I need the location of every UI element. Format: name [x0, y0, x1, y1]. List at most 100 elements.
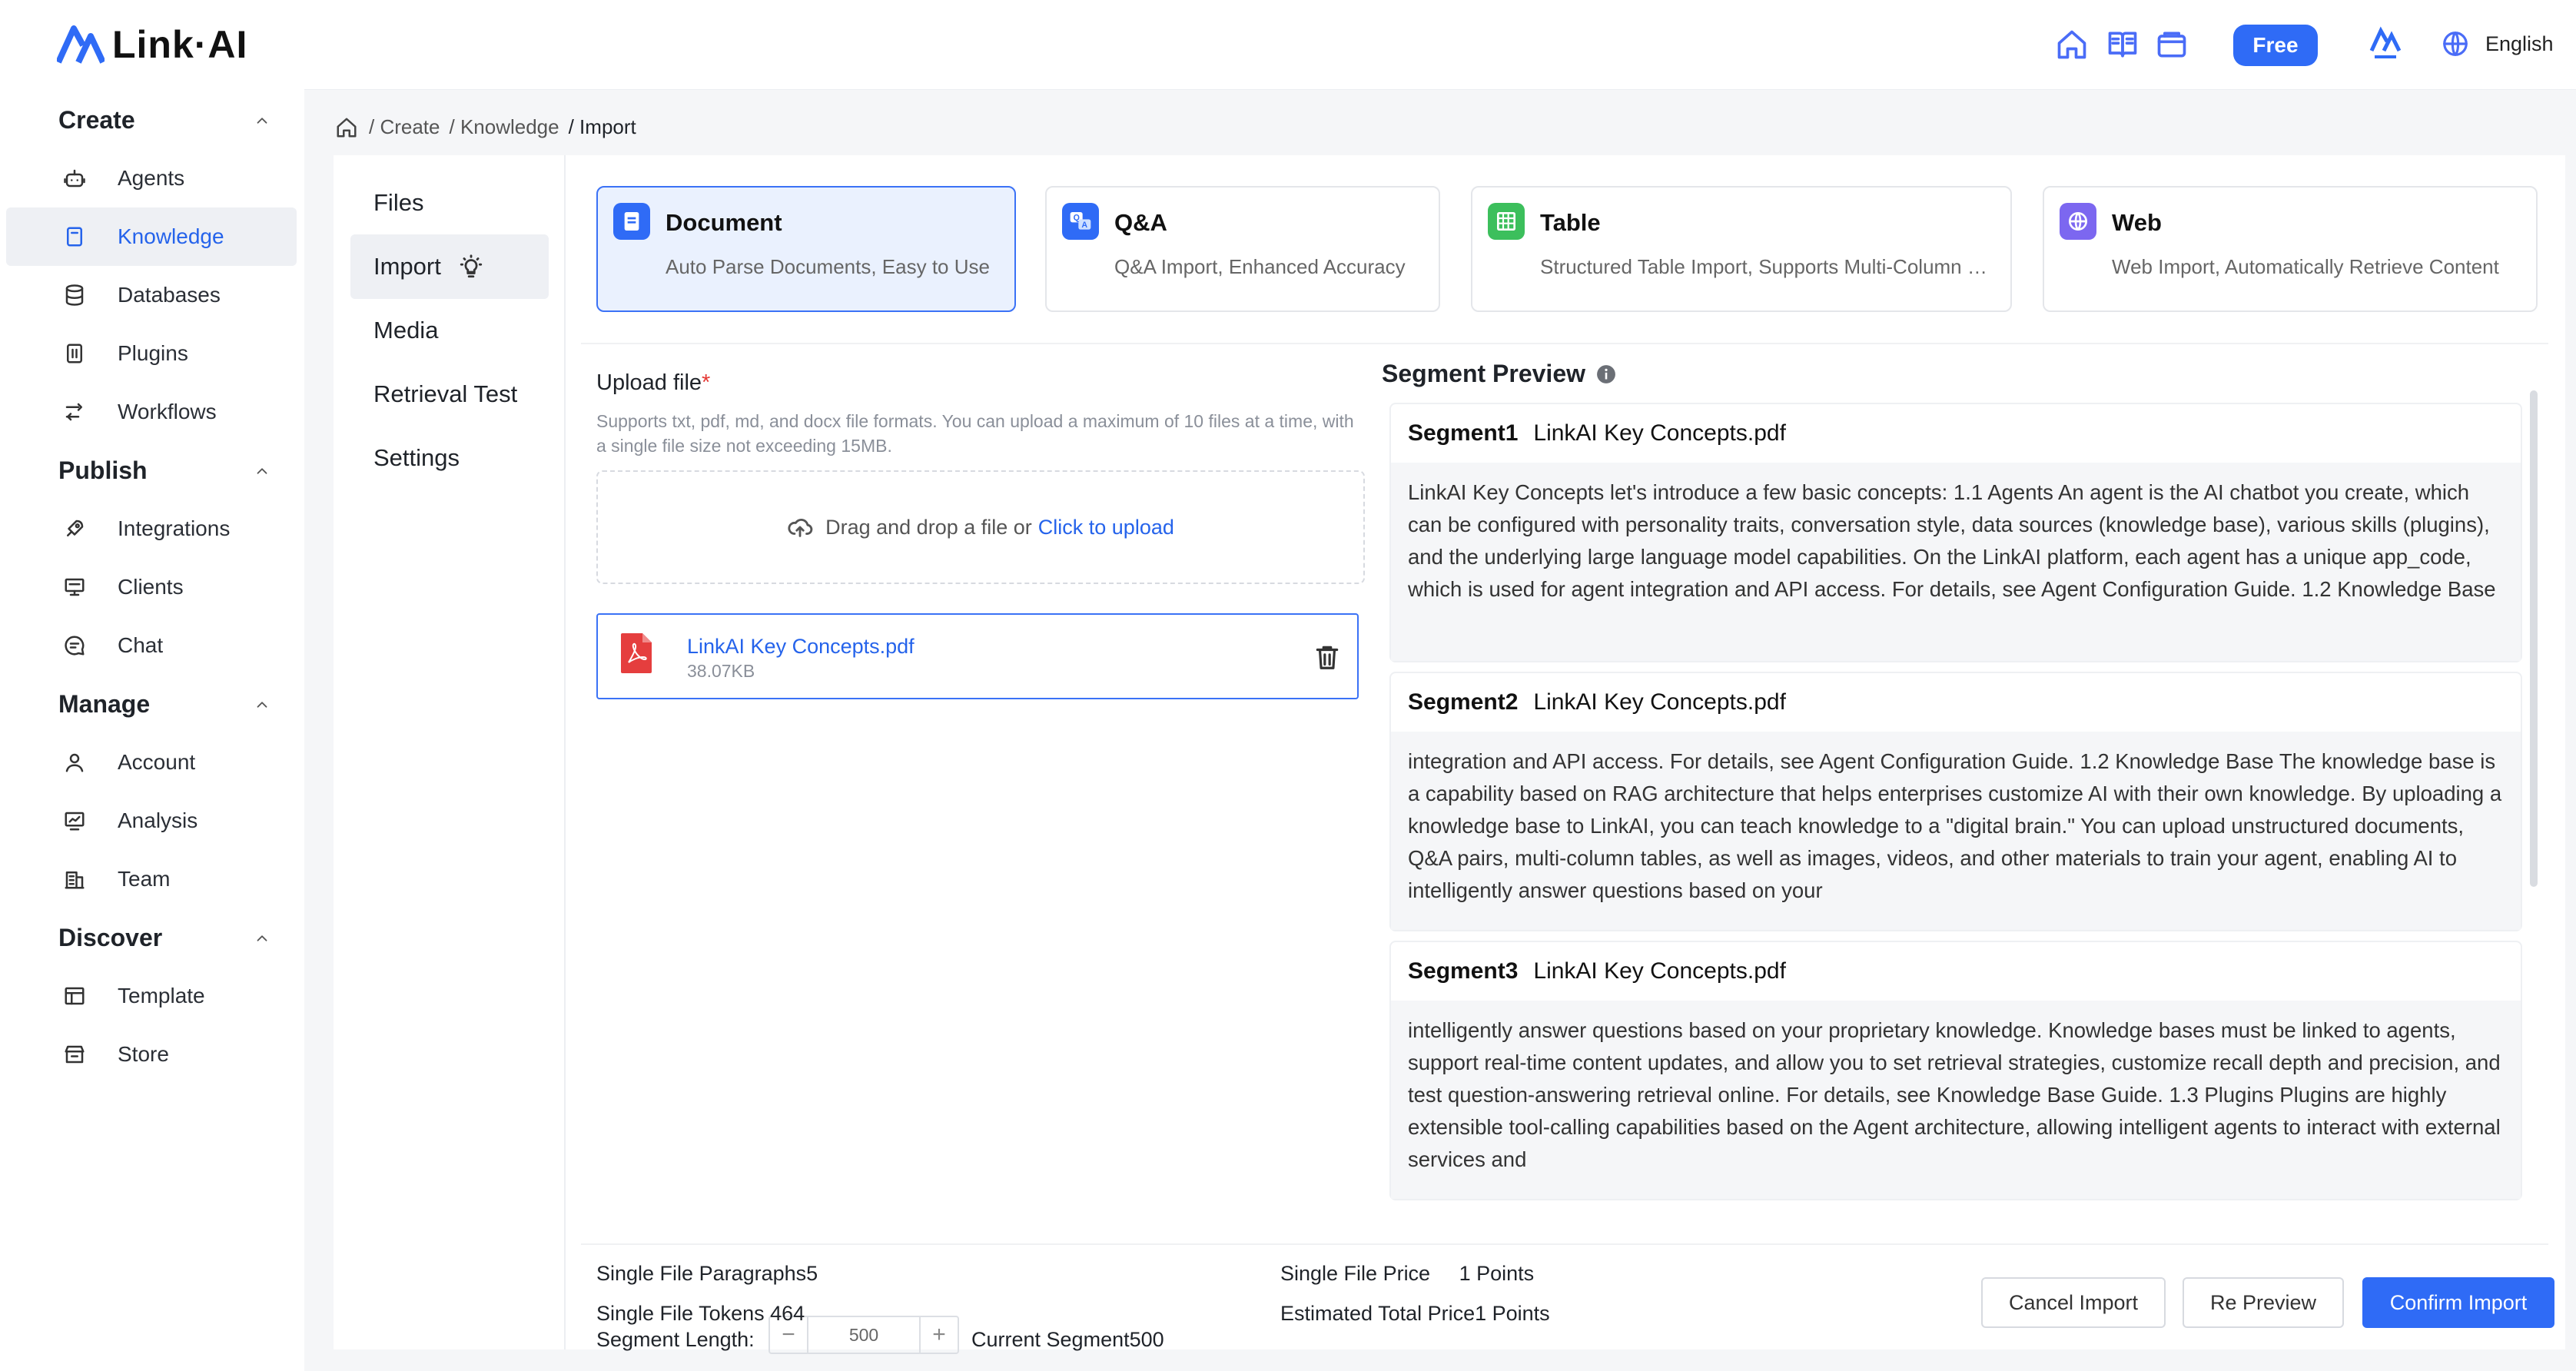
info-icon[interactable] [1596, 364, 1616, 384]
segment-file: LinkAI Key Concepts.pdf [1533, 689, 1786, 715]
breadcrumb-knowledge[interactable]: / Knowledge [450, 115, 559, 139]
confirm-import-button[interactable]: Confirm Import [2362, 1277, 2554, 1328]
click-to-upload-link[interactable]: Click to upload [1038, 516, 1174, 539]
sidebar-item-chat[interactable]: Chat [6, 616, 297, 675]
single-file-tokens: Single File Tokens 464 [596, 1302, 805, 1325]
dropzone-text: Drag and drop a file or [825, 515, 1032, 539]
segment-text: LinkAI Key Concepts let's introduce a fe… [1391, 463, 2521, 661]
subnav-retrieval-test[interactable]: Retrieval Test [350, 362, 549, 427]
divider [581, 343, 2548, 344]
subnav-label: Retrieval Test [373, 380, 518, 407]
divider [581, 1243, 2548, 1245]
cancel-import-button[interactable]: Cancel Import [1981, 1277, 2166, 1328]
sidebar-item-team[interactable]: Team [6, 850, 297, 908]
segment-card: Segment3 LinkAI Key Concepts.pdf intelli… [1389, 941, 2522, 1200]
sidebar-item-label: Store [118, 1042, 169, 1066]
logo-text: Link·AI [112, 23, 248, 66]
sidebar: Create Agents Knowledge Databases Plugin… [0, 89, 304, 1371]
section-create-title[interactable]: Create [58, 106, 135, 134]
chevron-up-icon[interactable] [254, 112, 271, 129]
increment-button[interactable]: + [921, 1317, 958, 1353]
sidebar-item-label: Agents [118, 166, 185, 190]
avatar[interactable] [2369, 26, 2402, 63]
home-icon[interactable] [335, 116, 358, 139]
chevron-up-icon[interactable] [254, 930, 271, 947]
segment-header: Segment2 LinkAI Key Concepts.pdf [1391, 673, 2521, 732]
free-plan-button[interactable]: Free [2233, 25, 2318, 66]
sidebar-item-store[interactable]: Store [6, 1025, 297, 1084]
globe-icon [2443, 32, 2468, 56]
subnav-label: Files [373, 189, 424, 216]
workflow-icon [65, 403, 82, 421]
subnav-label: Media [373, 317, 439, 344]
sidebar-item-label: Template [118, 984, 205, 1008]
home-icon[interactable] [2055, 28, 2089, 61]
chevron-up-icon[interactable] [254, 696, 271, 713]
table-icon [1488, 203, 1525, 240]
sidebar-item-label: Chat [118, 633, 164, 657]
breadcrumb: / Create / Knowledge / Import [335, 115, 646, 139]
segment-preview-list[interactable]: Segment1 LinkAI Key Concepts.pdf LinkAI … [1389, 403, 2522, 1356]
import-type-table[interactable]: Table Structured Table Import, Supports … [1471, 186, 2012, 312]
sidebar-item-label: Knowledge [118, 224, 224, 248]
sidebar-item-template[interactable]: Template [6, 967, 297, 1025]
sidebar-item-agents[interactable]: Agents [6, 149, 297, 207]
import-type-qa[interactable]: QA Q&A Q&A Import, Enhanced Accuracy [1045, 186, 1440, 312]
segment-length-input[interactable]: 500 [807, 1317, 921, 1353]
sidebar-item-account[interactable]: Account [6, 733, 297, 792]
file-size: 38.07KB [687, 661, 755, 681]
book-icon[interactable] [2106, 28, 2139, 61]
sidebar-item-label: Integrations [118, 516, 231, 540]
svg-text:A: A [1081, 221, 1087, 230]
segment-preview-title-text: Segment Preview [1382, 360, 1585, 387]
sidebar-item-analysis[interactable]: Analysis [6, 792, 297, 850]
sidebar-item-databases[interactable]: Databases [6, 266, 297, 324]
logo-mark-icon [57, 25, 105, 64]
sidebar-item-plugins[interactable]: Plugins [6, 324, 297, 383]
segment-header: Segment3 LinkAI Key Concepts.pdf [1391, 942, 2521, 1001]
wallet-icon[interactable] [2155, 28, 2189, 61]
sidebar-item-integrations[interactable]: Integrations [6, 500, 297, 558]
current-segment-label: Current Segment500 [971, 1328, 1164, 1351]
plugin-icon [67, 344, 82, 363]
import-type-title: Web [2112, 209, 2162, 236]
subnav-media[interactable]: Media [350, 298, 549, 363]
breadcrumb-create[interactable]: / Create [369, 115, 440, 139]
logo[interactable]: Link·AI [57, 23, 247, 66]
segment-file: LinkAI Key Concepts.pdf [1533, 420, 1786, 446]
trash-icon[interactable] [1313, 642, 1342, 672]
main-panel: Files Import Media Retrieval Test Settin… [334, 155, 2565, 1354]
sidebar-item-label: Workflows [118, 400, 217, 423]
subnav-import[interactable]: Import [350, 234, 549, 299]
sidebar-item-workflows[interactable]: Workflows [6, 383, 297, 441]
subnav-settings[interactable]: Settings [350, 426, 549, 490]
section-publish-title[interactable]: Publish [58, 456, 148, 485]
import-type-document[interactable]: Document Auto Parse Documents, Easy to U… [596, 186, 1016, 312]
template-icon [65, 987, 85, 1005]
upload-hint: Supports txt, pdf, md, and docx file for… [596, 411, 1354, 456]
subnav-files[interactable]: Files [350, 171, 549, 235]
chevron-up-icon[interactable] [254, 463, 271, 480]
qa-icon: QA [1062, 203, 1099, 240]
sidebar-item-label: Account [118, 750, 196, 774]
segment-number: Segment2 [1408, 689, 1519, 715]
sidebar-item-label: Analysis [118, 808, 198, 832]
upload-dropzone[interactable]: Drag and drop a file or Click to upload [596, 470, 1365, 584]
re-preview-button[interactable]: Re Preview [2183, 1277, 2344, 1328]
import-type-web[interactable]: Web Web Import, Automatically Retrieve C… [2043, 186, 2538, 312]
segment-card: Segment2 LinkAI Key Concepts.pdf integra… [1389, 672, 2522, 931]
import-type-desc: Structured Table Import, Supports Multi-… [1540, 255, 1997, 278]
file-name-link[interactable]: LinkAI Key Concepts.pdf [687, 635, 915, 659]
section-manage-title[interactable]: Manage [58, 690, 150, 719]
import-type-title: Q&A [1114, 209, 1167, 236]
sidebar-item-clients[interactable]: Clients [6, 558, 297, 616]
knowledge-subnav: Files Import Media Retrieval Test Settin… [334, 155, 566, 1349]
language-switcher[interactable]: English [2441, 29, 2554, 58]
section-discover-title[interactable]: Discover [58, 924, 162, 952]
robot-icon [64, 169, 85, 188]
uploaded-file-item[interactable]: LinkAI Key Concepts.pdf 38.07KB [596, 613, 1359, 699]
sidebar-item-knowledge[interactable]: Knowledge [6, 207, 297, 266]
preview-scrollbar[interactable] [2530, 390, 2538, 887]
segment-preview-title: Segment Preview [1382, 360, 1616, 388]
top-header: Link·AI Free English [0, 0, 2576, 89]
